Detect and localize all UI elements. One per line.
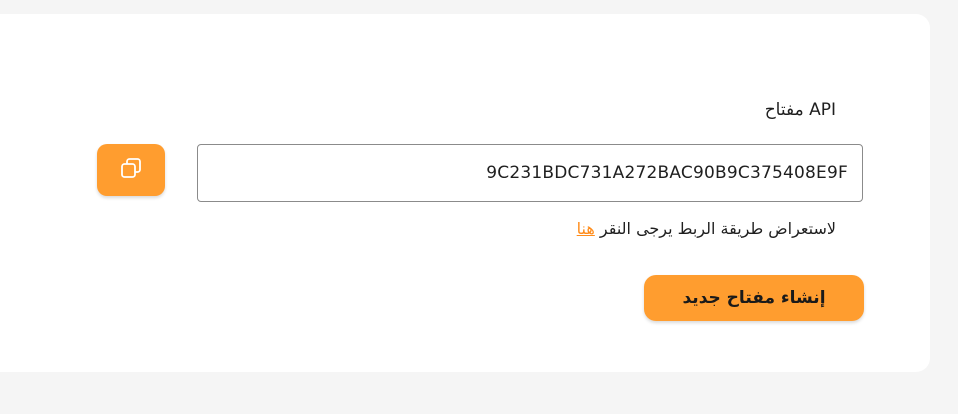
- api-key-field-container: [197, 144, 863, 202]
- integration-hint: لاستعراض طريقة الربط يرجى النقر هنا: [577, 219, 836, 238]
- create-new-key-button[interactable]: إنشاء مفتاح جديد: [644, 275, 864, 321]
- api-key-card: API مفتاح لاستعراض طريقة الربط يرجى النق…: [0, 14, 930, 372]
- copy-button[interactable]: [97, 144, 165, 196]
- api-key-label: API مفتاح: [764, 100, 836, 120]
- copy-icon: [119, 156, 143, 184]
- hint-link[interactable]: هنا: [577, 219, 595, 238]
- hint-text: لاستعراض طريقة الربط يرجى النقر: [599, 219, 836, 238]
- api-key-field[interactable]: [198, 145, 862, 201]
